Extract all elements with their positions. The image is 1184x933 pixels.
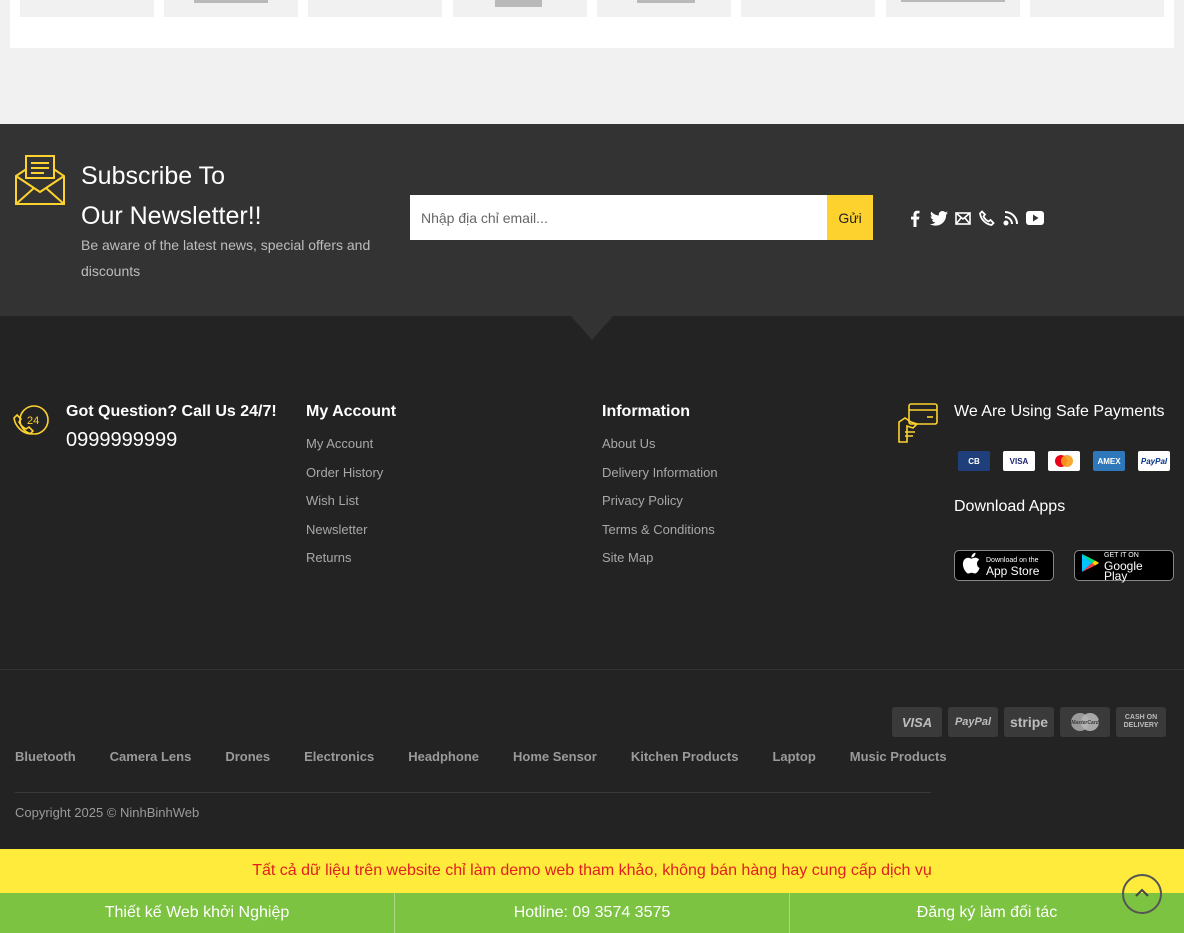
envelope-icon: [14, 154, 66, 206]
information-links: About Us Delivery Information Privacy Po…: [602, 435, 718, 578]
footer-link[interactable]: Terms & Conditions: [602, 521, 718, 550]
category-link[interactable]: Music Products: [850, 749, 947, 764]
newsletter-title: Subscribe To Our Newsletter!!: [81, 156, 381, 236]
category-link[interactable]: Laptop: [772, 749, 815, 764]
rss-icon[interactable]: [1002, 208, 1020, 228]
category-link[interactable]: Drones: [225, 749, 270, 764]
footer-link[interactable]: Privacy Policy: [602, 492, 718, 521]
contact-phone[interactable]: 0999999999: [66, 429, 177, 452]
newsletter-section: Subscribe To Our Newsletter!! Be aware o…: [0, 124, 1184, 316]
card-payment-icon: [897, 402, 939, 444]
my-account-title: My Account: [306, 403, 397, 420]
cash-on-delivery-logo-icon: CASH ON DELIVERY: [1116, 707, 1166, 737]
apple-icon: [961, 552, 981, 579]
footer-bottom: VISA PayPal stripe MasterCard CASH ON DE…: [0, 669, 1184, 849]
footer-link[interactable]: Order History: [306, 464, 383, 493]
phone-icon[interactable]: [978, 208, 996, 228]
amex-card-icon: AMEX: [1093, 451, 1125, 471]
copyright-text: Copyright 2025 © NinhBinhWeb: [15, 805, 200, 820]
footer-link[interactable]: Wish List: [306, 492, 383, 521]
startup-web-design-link[interactable]: Thiết kế Web khởi Nghiệp: [0, 893, 395, 933]
safe-payments-title: We Are Using Safe Payments: [954, 403, 1165, 420]
app-store-button[interactable]: Download on the App Store: [954, 550, 1054, 581]
brand-logo[interactable]: [597, 0, 731, 17]
category-link[interactable]: Electronics: [304, 749, 374, 764]
mastercard-icon: [1048, 451, 1080, 471]
footer-link[interactable]: About Us: [602, 435, 718, 464]
newsletter-description: Be aware of the latest news, special off…: [81, 237, 371, 279]
brand-logo[interactable]: [741, 0, 875, 17]
brand-logo[interactable]: [453, 0, 587, 17]
mastercard-logo-icon: MasterCard: [1060, 707, 1110, 737]
email-icon[interactable]: [954, 208, 972, 228]
footer-link[interactable]: Returns: [306, 549, 383, 578]
chevron-up-icon: [1134, 885, 1150, 903]
category-link[interactable]: Camera Lens: [110, 749, 192, 764]
paypal-card-icon: PayPal: [1138, 451, 1170, 471]
bottom-action-bar: Thiết kế Web khởi Nghiệp Hotline: 09 357…: [0, 893, 1184, 933]
brand-logo[interactable]: [20, 0, 154, 17]
payment-cards: CB VISA AMEX PayPal: [958, 451, 1170, 471]
my-account-links: My Account Order History Wish List Newsl…: [306, 435, 383, 578]
paypal-logo-icon: PayPal: [948, 707, 998, 737]
footer-link[interactable]: Newsletter: [306, 521, 383, 550]
facebook-icon[interactable]: [906, 208, 924, 228]
information-title: Information: [602, 403, 690, 420]
newsletter-title-line-2: Our Newsletter!!: [81, 202, 262, 230]
twitter-icon[interactable]: [930, 208, 948, 228]
stripe-logo-icon: stripe: [1004, 707, 1054, 737]
social-links: [906, 208, 1044, 228]
divider: [15, 792, 931, 793]
visa-logo-icon: VISA: [892, 707, 942, 737]
payment-logos: VISA PayPal stripe MasterCard CASH ON DE…: [892, 707, 1166, 737]
hotline-link[interactable]: Hotline: 09 3574 3575: [395, 893, 790, 933]
google-play-button[interactable]: GET IT ON Google Play: [1074, 550, 1174, 583]
footer-link[interactable]: Site Map: [602, 549, 718, 578]
download-apps-title: Download Apps: [954, 498, 1066, 515]
brand-carousel: [10, 0, 1174, 48]
category-link[interactable]: Bluetooth: [15, 749, 76, 764]
newsletter-title-line-1: Subscribe To: [81, 162, 226, 190]
footer-link[interactable]: My Account: [306, 435, 383, 464]
category-links: Bluetooth Camera Lens Drones Electronics…: [15, 749, 947, 764]
brand-logo[interactable]: [308, 0, 442, 17]
visa-card-icon: VISA: [1003, 451, 1035, 471]
category-link[interactable]: Kitchen Products: [631, 749, 739, 764]
contact-title: Got Question? Call Us 24/7!: [66, 403, 277, 420]
email-input[interactable]: [410, 195, 827, 240]
mastercard-logo-text: MasterCard: [1071, 720, 1099, 726]
cb-card-icon: CB: [958, 451, 990, 471]
app-store-label: App Store: [986, 563, 1040, 578]
google-play-label: Google Play: [1104, 558, 1143, 583]
brand-logo[interactable]: [164, 0, 298, 17]
phone-24-icon: 24: [12, 404, 50, 442]
youtube-icon[interactable]: [1026, 208, 1044, 228]
call-icon-label: 24: [27, 415, 39, 427]
brand-logo[interactable]: [886, 0, 1020, 17]
newsletter-arrow: [571, 316, 613, 340]
footer-link[interactable]: Delivery Information: [602, 464, 718, 493]
google-play-icon: [1081, 553, 1099, 578]
category-link[interactable]: Headphone: [408, 749, 479, 764]
footer-main: 24 Got Question? Call Us 24/7! 099999999…: [0, 316, 1184, 669]
back-to-top-button[interactable]: [1122, 874, 1162, 914]
brand-logo[interactable]: [1030, 0, 1164, 17]
category-link[interactable]: Home Sensor: [513, 749, 597, 764]
demo-notice: Tất cả dữ liệu trên website chỉ làm demo…: [0, 849, 1184, 893]
subscribe-button[interactable]: Gửi: [827, 195, 873, 240]
